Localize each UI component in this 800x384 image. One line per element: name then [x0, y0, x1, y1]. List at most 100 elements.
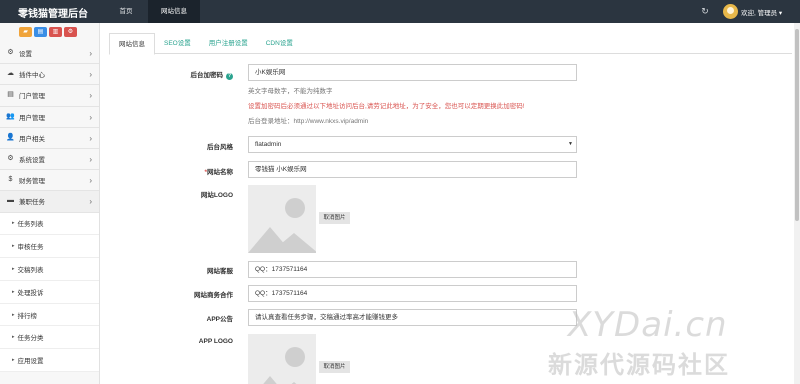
shortcut-settings-icon[interactable]: ⚙ — [64, 27, 77, 37]
sub-item-label: 交稿列表 — [17, 266, 44, 274]
sub-item-label: 审核任务 — [17, 244, 44, 252]
shortcut-bar: ▰ ▤ ▥ ⚙ — [0, 23, 99, 43]
sidebar-sub-task-list[interactable]: ▸ 任务列表 — [0, 212, 99, 236]
site-name-label-text: 网站名称 — [207, 169, 233, 176]
sub-item-label: 排行榜 — [17, 312, 38, 320]
app-logo-label: APP LOGO — [198, 338, 233, 345]
chevron-right-icon: › — [89, 49, 92, 58]
shortcut-chart-icon[interactable]: ▰ — [19, 27, 32, 37]
sidebar-item-user-related[interactable]: 👤 用户相关 › — [0, 128, 99, 149]
avatar[interactable] — [723, 4, 738, 19]
admin-code-hint: 英文字母数字，不能为纯数字 — [248, 88, 333, 95]
sidebar-item-label: 门户管理 — [19, 93, 45, 101]
sidebar-item-system[interactable]: ⚙ 系统设置 › — [0, 149, 99, 171]
sidebar-item-label: 用户管理 — [19, 114, 45, 122]
chevron-right-icon: › — [89, 112, 92, 122]
cancel-logo-button[interactable]: 取消图片 — [319, 212, 350, 224]
service-input[interactable]: QQ：1737571164 — [248, 261, 577, 278]
sub-item-label: 处理投诉 — [17, 289, 44, 297]
sub-item-label: 任务列表 — [17, 221, 44, 229]
sidebar-sub-submissions[interactable]: ▸ 交稿列表 — [0, 258, 99, 281]
sidebar-item-plugins[interactable]: ☁ 插件中心 › — [0, 64, 99, 86]
settings-tabs: 网站信息 SEO设置 用户注册设置 CDN设置 — [109, 33, 792, 55]
tab-cdn[interactable]: CDN设置 — [257, 33, 302, 54]
site-name-input[interactable]: 零钱猫 小K娱乐网 — [248, 161, 577, 178]
admin-login-url: 后台登录地址：http://www.nkxs.vip/admin — [248, 118, 369, 125]
sidebar-item-finance[interactable]: $ 财务管理 › — [0, 170, 99, 192]
chevron-right-icon: › — [89, 133, 92, 143]
sidebar-item-label: 系统设置 — [19, 157, 45, 165]
sidebar-item-label: 兼职任务 — [19, 199, 45, 207]
sidebar-item-users[interactable]: 👥 用户管理 › — [0, 107, 99, 128]
nav-site-info[interactable]: 网站信息 — [148, 0, 200, 23]
style-label: 后台风格 — [207, 144, 233, 151]
sidebar-sub-categories[interactable]: ▸ 任务分类 — [0, 326, 99, 350]
brand-title: 零钱猫管理后台 — [18, 9, 88, 20]
list-icon: ▤ — [7, 91, 14, 99]
cogs-icon: ⚙ — [7, 155, 14, 163]
refresh-icon[interactable]: ↻ — [700, 6, 710, 16]
tab-site-info[interactable]: 网站信息 — [109, 33, 155, 55]
shortcut-trash-icon[interactable]: ▥ — [49, 27, 62, 37]
app-logo-image[interactable] — [248, 334, 316, 384]
money-icon: $ — [8, 176, 13, 184]
admin-code-label-text: 后台加密码 — [190, 72, 224, 79]
nav-home[interactable]: 首页 — [104, 0, 148, 23]
style-select[interactable]: flatadmin ▼ — [248, 136, 577, 153]
site-logo-image[interactable] — [248, 185, 316, 253]
top-navbar: 零钱猫管理后台 首页 网站信息 ↻ 欢迎, 管理员 ▾ — [0, 0, 800, 23]
top-nav: 首页 网站信息 — [104, 0, 200, 23]
chevron-right-icon: › — [89, 91, 92, 101]
user-icon: 👤 — [6, 133, 15, 141]
tab-user-register[interactable]: 用户注册设置 — [200, 33, 257, 54]
sidebar-item-label: 财务管理 — [19, 178, 45, 186]
image-placeholder-icon — [285, 347, 305, 367]
caret-right-icon: ▸ — [12, 288, 15, 295]
sidebar-sub-review[interactable]: ▸ 审核任务 — [0, 235, 99, 259]
caret-down-icon: ▼ — [568, 141, 573, 147]
folder-icon: ▬ — [7, 197, 14, 205]
sidebar-item-label: 插件中心 — [19, 72, 45, 80]
chevron-right-icon: › — [89, 176, 92, 186]
caret-right-icon: ▸ — [12, 334, 15, 341]
users-icon: 👥 — [6, 112, 15, 120]
user-menu[interactable]: 欢迎, 管理员 ▾ — [741, 7, 782, 17]
caret-right-icon: ▸ — [12, 265, 15, 272]
image-mountain — [270, 233, 316, 253]
chevron-right-icon: › — [89, 154, 92, 164]
admin-code-label: 后台加密码? — [101, 69, 233, 80]
notice-input[interactable]: 请认真查看任务步骤，交稿通过率高才能赚钱更多 — [248, 309, 577, 326]
sidebar-item-portal[interactable]: ▤ 门户管理 › — [0, 85, 99, 107]
chevron-right-icon: › — [89, 70, 92, 80]
cancel-app-logo-button[interactable]: 取消图片 — [319, 361, 350, 373]
sub-item-label: 应用设置 — [17, 358, 44, 366]
site-name-label: *网站名称 — [101, 166, 233, 176]
sub-item-label: 任务分类 — [17, 335, 44, 343]
shortcut-file-icon[interactable]: ▤ — [34, 27, 47, 37]
scrollbar-thumb[interactable] — [795, 29, 799, 221]
style-select-value: flatadmin — [255, 141, 282, 148]
sidebar-sub-ranking[interactable]: ▸ 排行榜 — [0, 303, 99, 327]
business-input[interactable]: QQ：1737571164 — [248, 285, 577, 302]
caret-right-icon: ▸ — [12, 220, 15, 227]
tab-seo[interactable]: SEO设置 — [155, 33, 200, 54]
business-label: 网站商务合作 — [194, 292, 233, 299]
question-icon[interactable]: ? — [226, 73, 233, 80]
chevron-down-icon: › — [89, 197, 92, 207]
sidebar-sub-complaints[interactable]: ▸ 处理投诉 — [0, 280, 99, 304]
caret-right-icon: ▸ — [12, 311, 15, 318]
sidebar-item-tasks[interactable]: ▬ 兼职任务 › — [0, 191, 99, 213]
sidebar-item-settings[interactable]: ⚙ 设置 › — [0, 43, 99, 65]
sidebar: ▰ ▤ ▥ ⚙ ⚙ 设置 › ☁ 插件中心 › ▤ 门户管理 › 👥 用户管理 … — [0, 23, 100, 384]
gear-icon: ⚙ — [7, 49, 14, 57]
sidebar-sub-app-settings[interactable]: ▸ 应用设置 — [0, 349, 99, 373]
caret-right-icon: ▸ — [12, 357, 15, 364]
admin-code-input[interactable]: 小K娱乐网 — [248, 64, 577, 81]
sidebar-item-label: 用户相关 — [19, 135, 45, 143]
sidebar-item-label: 设置 — [19, 51, 32, 59]
scrollbar[interactable] — [794, 23, 800, 384]
service-label: 网站客服 — [207, 268, 233, 275]
cloud-icon: ☁ — [7, 70, 14, 78]
main-content: 网站信息 SEO设置 用户注册设置 CDN设置 后台加密码? 小K娱乐网 英文字… — [101, 23, 794, 384]
notice-label: APP公告 — [206, 316, 233, 323]
